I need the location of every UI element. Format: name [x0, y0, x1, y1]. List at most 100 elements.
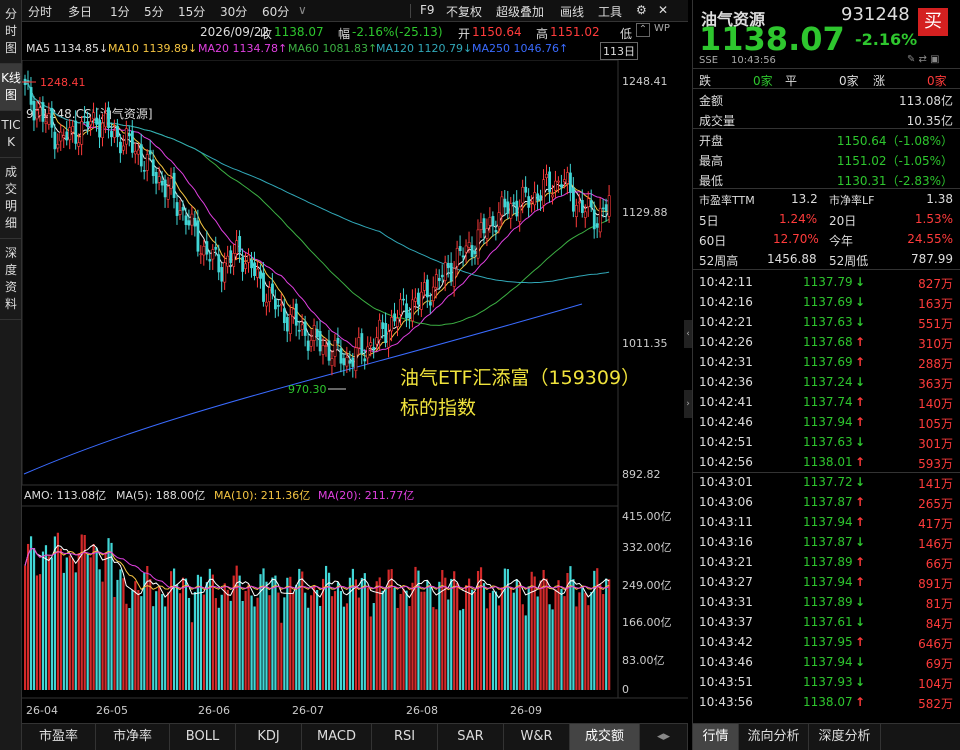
tick-volume: 582万 — [918, 697, 953, 711]
tick-row: 10:43:16 1137.87 ↓ 146万 — [693, 532, 960, 552]
volume-bar — [196, 574, 200, 690]
period-dropdown-icon[interactable]: ∨ — [298, 3, 307, 17]
vtab-depth[interactable]: 深度资料 — [0, 239, 22, 320]
volume-bar — [199, 576, 203, 690]
candle-body — [29, 87, 33, 105]
settings-icon[interactable]: ⚙ — [636, 3, 647, 17]
tick-price: 1137.69 — [803, 295, 853, 309]
overlay-button[interactable]: 超级叠加 — [496, 3, 544, 20]
volume-bar — [229, 600, 232, 690]
period-1min[interactable]: 1分 — [110, 3, 130, 20]
price-axis-label: 892.82 — [622, 468, 661, 481]
volume-bar — [569, 566, 572, 690]
volume-bar — [307, 607, 310, 690]
candle-body — [59, 131, 63, 142]
candle-body — [524, 186, 528, 193]
collapse-left-icon[interactable]: ‹ — [684, 320, 692, 348]
tick-time: 10:42:56 — [699, 455, 753, 469]
kline-chart[interactable]: 1248.41 1129.88 1011.35 892.82 931248.CS… — [22, 60, 688, 723]
vtab-trade-detail[interactable]: 成交明细 — [0, 158, 22, 239]
stat-row: 最高 1151.02（-1.05%） — [693, 149, 960, 169]
candle-body — [199, 253, 203, 256]
candle-body — [241, 257, 245, 272]
tab-sar[interactable]: SAR — [438, 724, 504, 750]
tick-price: 1137.74 — [803, 395, 853, 409]
candle-body — [333, 340, 337, 357]
tab-boll[interactable]: BOLL — [170, 724, 236, 750]
breadth-row: 跌 0家 平 0家 涨 0家 — [693, 69, 960, 89]
tab-pe[interactable]: 市盈率 — [22, 724, 96, 750]
volume-bar — [253, 606, 256, 690]
volume-bar — [524, 615, 527, 690]
flat-label: 平 — [785, 74, 798, 88]
tab-wr[interactable]: W&R — [504, 724, 570, 750]
volume-bar — [608, 579, 611, 690]
tab-pb[interactable]: 市净率 — [96, 724, 170, 750]
period-30min[interactable]: 30分 — [220, 3, 247, 20]
candle-body — [190, 213, 194, 226]
period-60min[interactable]: 60分 — [262, 3, 289, 20]
period-5min[interactable]: 5分 — [144, 3, 164, 20]
edit-icons[interactable]: ✎ ⇄ ▣ — [907, 54, 940, 65]
period-timeshare[interactable]: 分时 — [28, 3, 52, 20]
month-label: 26-04 — [26, 704, 58, 717]
candle-body — [38, 107, 42, 116]
draw-line-button[interactable]: 画线 — [560, 3, 584, 20]
vtab-tick[interactable]: TICK — [0, 111, 22, 158]
volume-bar — [65, 557, 68, 690]
tools-button[interactable]: 工具 — [598, 3, 622, 20]
volume-bar — [536, 596, 539, 690]
buy-button[interactable]: 买 — [918, 8, 948, 36]
volume-bar — [372, 603, 375, 690]
candle-body — [393, 313, 397, 322]
tab-macd[interactable]: MACD — [302, 724, 372, 750]
candle-body — [104, 112, 107, 128]
volume-bar — [143, 572, 146, 690]
expand-right-icon[interactable]: › — [684, 390, 692, 418]
volume-bar — [342, 606, 346, 690]
tick-volume: 593万 — [918, 457, 953, 471]
candle-body — [294, 303, 298, 326]
volume-bar — [295, 584, 298, 690]
tab-quote[interactable]: 行情 — [693, 724, 739, 750]
candle-body — [107, 107, 110, 128]
tab-turnover[interactable]: 成交额 — [570, 724, 640, 750]
days-dropdown[interactable]: 113日 — [600, 42, 638, 60]
candle-body — [125, 128, 128, 145]
volume-bar — [411, 582, 414, 690]
vtab-timeshare[interactable]: 分时图 — [0, 0, 22, 64]
candle-body — [193, 217, 197, 227]
period-15min[interactable]: 15分 — [178, 3, 205, 20]
collapse-icon[interactable]: ⌃ — [636, 23, 650, 37]
tick-row: 10:42:11 1137.79 ↓ 827万 — [693, 272, 960, 292]
tab-rsi[interactable]: RSI — [372, 724, 438, 750]
tick-volume: 417万 — [918, 517, 953, 531]
candle-body — [77, 142, 81, 147]
volume-bar — [348, 577, 352, 690]
tick-price: 1137.24 — [803, 375, 853, 389]
candle-body — [74, 120, 78, 144]
f9-button[interactable]: F9 — [420, 3, 435, 17]
candle-body — [83, 116, 87, 118]
tick-arrow-icon: ↓ — [855, 535, 866, 549]
close-icon[interactable]: ✕ — [658, 3, 668, 17]
tab-kdj[interactable]: KDJ — [236, 724, 302, 750]
month-label: 26-06 — [198, 704, 230, 717]
tab-depth-analysis[interactable]: 深度分析 — [809, 724, 881, 750]
volume-bar — [572, 579, 575, 690]
vtab-kline[interactable]: K线图 — [0, 64, 22, 111]
tick-volume: 891万 — [918, 577, 953, 591]
no-adjust-button[interactable]: 不复权 — [446, 3, 482, 20]
candle-body — [464, 245, 468, 253]
period-multiday[interactable]: 多日 — [68, 3, 92, 20]
candle-body — [557, 180, 560, 183]
more-tabs-icon[interactable]: ◂▸ — [640, 724, 688, 750]
wp-icon[interactable]: WP — [654, 23, 670, 34]
volume-bar — [232, 575, 235, 690]
volume-bar — [405, 590, 408, 690]
tab-flow-analysis[interactable]: 流向分析 — [739, 724, 809, 750]
candle-body — [542, 179, 546, 206]
candle-body — [113, 130, 116, 138]
volume-bar — [420, 591, 423, 690]
volume-bar — [459, 610, 462, 690]
